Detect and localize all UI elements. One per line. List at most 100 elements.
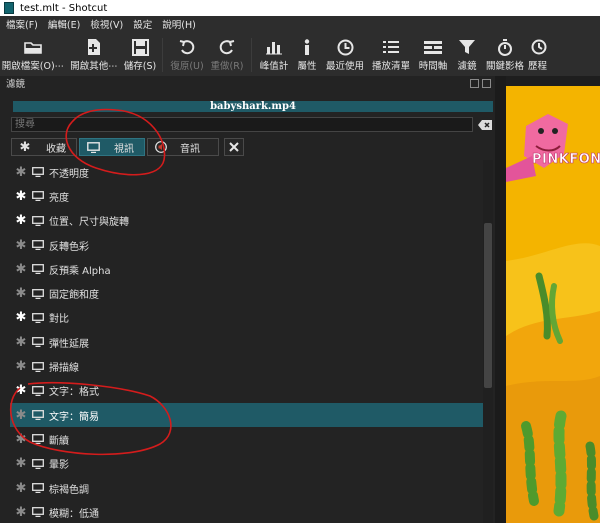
menu-file[interactable]: 檔案(F)	[6, 17, 38, 31]
main-toolbar: 開啟檔案(O)⋯ 開啟其他⋯ 儲存(S) 復原(U) 重做(R) 峰值計 屬性 …	[0, 32, 600, 76]
filter-list-item-label: 暈影	[49, 460, 69, 472]
menu-help[interactable]: 說明(H)	[162, 17, 196, 31]
tab-video[interactable]: 視訊	[79, 138, 145, 156]
filter-list-item-label: 彈性延展	[49, 338, 89, 350]
undo-button[interactable]: 復原(U)	[167, 36, 207, 72]
tab-favorites-label: 收藏	[46, 143, 66, 155]
filter-list-item[interactable]: ✱ 掃描線	[10, 354, 483, 378]
close-filter-selector-button[interactable]	[224, 138, 244, 156]
peak-meter-button[interactable]: 峰值計	[256, 36, 292, 72]
filter-list-item[interactable]: ✱ 文字：簡易	[10, 402, 483, 428]
filter-list: ✱ 不透明度 ✱ 亮度 ✱ 位置、尺寸與旋轉 ✱ 反轉色彩 ✱ 反預乘 Alpha ✱ 固定飽和度 ✱ 對…	[10, 160, 483, 523]
open-other-label: 開啟其他⋯	[70, 61, 118, 72]
favorite-star-icon[interactable]: ✱	[10, 482, 32, 495]
filter-list-item[interactable]: ✱ 文字：格式	[10, 379, 483, 403]
float-panel-button[interactable]	[470, 78, 479, 88]
search-input[interactable]	[11, 117, 473, 132]
keyframes-button[interactable]: 關鍵影格	[482, 36, 528, 72]
filter-list-item[interactable]: ✱ 固定飽和度	[10, 281, 483, 305]
filter-list-item-label: 反轉色彩	[49, 241, 89, 253]
info-icon	[302, 36, 312, 58]
filter-list-item-label: 棕褐色調	[49, 484, 89, 496]
new-file-icon	[86, 36, 102, 58]
favorite-star-icon[interactable]: ✱	[10, 311, 32, 324]
history-label: 歷程	[528, 61, 548, 72]
monitor-icon	[32, 191, 48, 202]
panel-splitter[interactable]	[495, 76, 506, 523]
close-panel-button[interactable]	[482, 78, 491, 88]
filter-list-item-label: 掃描線	[49, 363, 79, 375]
filter-list-scrollbar[interactable]	[483, 160, 493, 523]
filter-list-item-label: 不透明度	[49, 168, 89, 180]
filter-list-item-label: 反預乘 Alpha	[49, 265, 111, 277]
tab-favorites[interactable]: ✱ 收藏	[11, 138, 77, 156]
filter-category-tabs: ✱ 收藏 視訊 音訊	[0, 138, 495, 157]
favorite-star-icon[interactable]: ✱	[10, 433, 32, 446]
filter-list-item[interactable]: ✱ 棕褐色調	[10, 476, 483, 500]
clear-search-button[interactable]	[478, 120, 492, 130]
current-clip-name: babyshark.mp4	[13, 101, 493, 112]
favorite-star-icon[interactable]: ✱	[10, 360, 32, 373]
redo-button[interactable]: 重做(R)	[207, 36, 247, 72]
peak-meter-label: 峰值計	[259, 61, 289, 72]
toolbar-separator	[162, 38, 163, 72]
tab-audio[interactable]: 音訊	[147, 138, 219, 156]
filter-list-item[interactable]: ✱ 暈影	[10, 452, 483, 476]
timeline-label: 時間軸	[418, 61, 448, 72]
window-title: test.mlt - Shotcut	[20, 2, 108, 14]
filter-list-item[interactable]: ✱ 彈性延展	[10, 330, 483, 354]
timeline-button[interactable]: 時間軸	[414, 36, 452, 72]
monitor-icon	[32, 410, 48, 421]
favorite-star-icon[interactable]: ✱	[10, 166, 32, 179]
history-button[interactable]: 歷程	[528, 36, 558, 72]
history-icon	[528, 36, 550, 58]
filter-list-item[interactable]: ✱ 位置、尺寸與旋轉	[10, 209, 483, 233]
favorite-star-icon[interactable]: ✱	[10, 457, 32, 470]
playlist-button[interactable]: 播放清單	[368, 36, 414, 72]
search-row	[0, 116, 495, 134]
open-file-label: 開啟檔案(O)⋯	[1, 61, 65, 72]
asterisk-icon: ✱	[19, 139, 31, 155]
filter-list-item-label: 模糊：低通	[49, 508, 99, 520]
scrollbar-thumb[interactable]	[484, 223, 492, 388]
monitor-icon	[32, 240, 48, 251]
monitor-icon	[32, 167, 48, 178]
open-file-button[interactable]: 開啟檔案(O)⋯	[0, 36, 66, 72]
filter-list-item-label: 文字：格式	[49, 387, 99, 399]
favorite-star-icon[interactable]: ✱	[10, 409, 32, 422]
monitor-icon	[32, 483, 48, 493]
filters-button[interactable]: 濾鏡	[452, 36, 482, 72]
favorite-star-icon[interactable]: ✱	[10, 384, 32, 397]
properties-button[interactable]: 屬性	[292, 36, 322, 72]
filter-list-item[interactable]: ✱ 不透明度	[10, 160, 483, 184]
filter-list-item[interactable]: ✱ 亮度	[10, 184, 483, 208]
monitor-icon	[32, 434, 48, 445]
filter-list-item[interactable]: ✱ 反轉色彩	[10, 233, 483, 257]
favorite-star-icon[interactable]: ✱	[10, 287, 32, 300]
filter-list-item[interactable]: ✱ 模糊：低通	[10, 500, 483, 523]
favorite-star-icon[interactable]: ✱	[10, 336, 32, 349]
save-icon	[131, 36, 149, 58]
menu-edit[interactable]: 編輯(E)	[48, 17, 80, 31]
menu-settings[interactable]: 設定	[133, 17, 152, 31]
favorite-star-icon[interactable]: ✱	[10, 239, 32, 252]
video-preview: PINKFON	[506, 86, 600, 523]
filter-list-item[interactable]: ✱ 對比	[10, 306, 483, 330]
favorite-star-icon[interactable]: ✱	[10, 190, 32, 203]
favorite-star-icon[interactable]: ✱	[10, 214, 32, 227]
filter-list-item[interactable]: ✱ 斷續	[10, 427, 483, 451]
monitor-icon	[32, 288, 48, 299]
list-icon	[383, 36, 399, 58]
favorite-star-icon[interactable]: ✱	[10, 506, 32, 519]
favorite-star-icon[interactable]: ✱	[10, 263, 32, 276]
filters-panel-header: 濾鏡	[0, 76, 495, 90]
open-other-button[interactable]: 開啟其他⋯	[66, 36, 122, 72]
filter-list-item-label: 位置、尺寸與旋轉	[49, 217, 129, 229]
save-button[interactable]: 儲存(S)	[122, 36, 158, 72]
menu-view[interactable]: 檢視(V)	[90, 17, 123, 31]
recent-button[interactable]: 最近使用	[322, 36, 368, 72]
menu-bar: 檔案(F) 編輯(E) 檢視(V) 設定 說明(H)	[0, 16, 600, 32]
shotcut-app-icon	[4, 2, 14, 14]
filter-list-item[interactable]: ✱ 反預乘 Alpha	[10, 257, 483, 281]
filter-list-item-label: 斷續	[49, 435, 69, 447]
